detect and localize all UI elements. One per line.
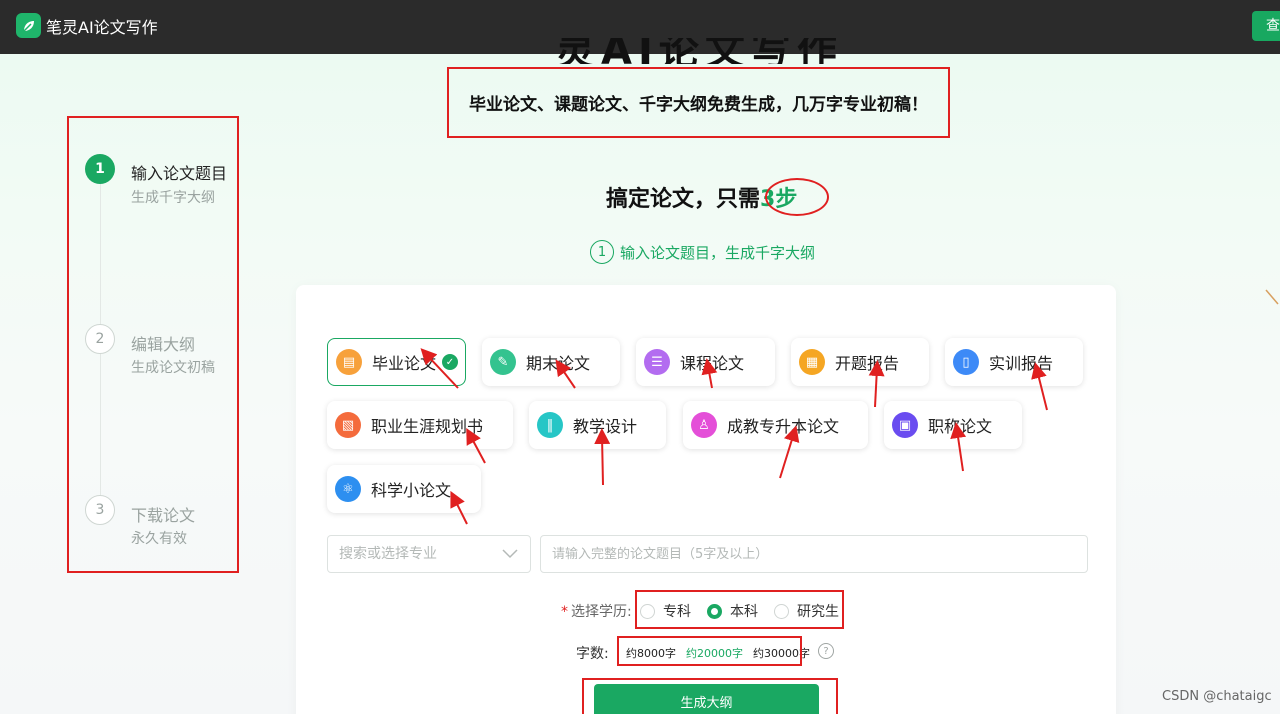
paper-type-science-paper[interactable]: ⚛ 科学小论文	[327, 465, 481, 513]
document-icon: ▯	[953, 349, 979, 375]
major-select-placeholder: 搜索或选择专业	[339, 546, 437, 562]
paper-type-course-paper[interactable]: ☰ 课程论文	[636, 338, 775, 386]
paper-type-training-report[interactable]: ▯ 实训报告	[945, 338, 1083, 386]
wordcount-label: 字数:	[576, 646, 609, 662]
paper-type-adult-edu-paper[interactable]: ♙ 成教专升本论文	[683, 401, 868, 449]
help-icon[interactable]: ?	[818, 643, 834, 659]
current-step-number: 1	[590, 240, 614, 264]
step-1-subtitle: 生成千字大纲	[131, 190, 215, 206]
pen-icon: ✎	[490, 349, 516, 375]
slogan-annotation-box: 毕业论文、课题论文、千字大纲免费生成，几万字专业初稿！	[447, 67, 950, 138]
paper-type-graduation-thesis[interactable]: ▤ 毕业论文 ✓	[327, 338, 466, 386]
step-1-title: 输入论文题目	[131, 164, 228, 183]
education-label: * 选择学历:	[561, 604, 632, 620]
list-icon: ☰	[644, 349, 670, 375]
headline-prefix: 搞定论文，只需	[606, 187, 761, 212]
current-step-text: 输入论文题目，生成千字大纲	[620, 243, 816, 262]
paper-type-label: 实训报告	[989, 354, 1054, 373]
report-icon: ▦	[799, 349, 825, 375]
topic-input[interactable]	[540, 535, 1088, 573]
plan-icon: ▧	[335, 412, 361, 438]
paper-type-label: 职称论文	[928, 417, 993, 436]
paper-type-label: 科学小论文	[371, 481, 452, 500]
teaching-icon: ‖	[537, 412, 563, 438]
step-3-number: 3	[85, 495, 115, 525]
wordcount-annotation-box	[617, 636, 802, 666]
major-select[interactable]: 搜索或选择专业	[327, 535, 531, 573]
paper-type-label: 开题报告	[835, 354, 900, 373]
step-1-number: 1	[85, 154, 115, 184]
hero-title: 灵AI论文写作	[555, 38, 843, 64]
chevron-down-icon	[502, 549, 518, 559]
generate-annotation-box	[582, 678, 838, 714]
step-3-title: 下载论文	[131, 506, 196, 525]
required-mark: *	[561, 604, 568, 620]
certificate-icon: ▣	[892, 412, 918, 438]
top-right-button[interactable]: 查	[1252, 11, 1280, 41]
paper-type-final-paper[interactable]: ✎ 期末论文	[482, 338, 620, 386]
graduate-icon: ♙	[691, 412, 717, 438]
highlight-annotation-oval	[765, 178, 829, 216]
paper-type-label: 期末论文	[526, 354, 591, 373]
current-step-indicator: 1 输入论文题目，生成千字大纲	[590, 240, 815, 264]
app-title[interactable]: 笔灵AI论文写作	[46, 14, 158, 38]
decorative-line-icon	[1265, 289, 1279, 305]
slogan: 毕业论文、课题论文、千字大纲免费生成，几万字专业初稿！	[469, 95, 928, 115]
education-annotation-box	[635, 590, 844, 629]
paper-type-label: 课程论文	[680, 354, 745, 373]
paper-type-title-paper[interactable]: ▣ 职称论文	[884, 401, 1022, 449]
step-3-subtitle: 永久有效	[131, 531, 187, 547]
step-2-title: 编辑大纲	[131, 335, 196, 354]
paper-type-label: 成教专升本论文	[727, 417, 840, 436]
paper-type-label: 毕业论文	[372, 354, 437, 373]
step-2-number: 2	[85, 324, 115, 354]
watermark: CSDN @chataigc	[1162, 689, 1272, 704]
paper-type-label: 职业生涯规划书	[371, 417, 484, 436]
leaf-logo-icon[interactable]	[16, 13, 41, 38]
paper-type-label: 教学设计	[573, 417, 638, 436]
paper-type-proposal-report[interactable]: ▦ 开题报告	[791, 338, 929, 386]
paper-type-teaching-design[interactable]: ‖ 教学设计	[529, 401, 666, 449]
step-2-subtitle: 生成论文初稿	[131, 360, 215, 376]
book-icon: ▤	[336, 349, 362, 375]
atom-icon: ⚛	[335, 476, 361, 502]
check-icon: ✓	[442, 354, 458, 370]
paper-type-career-plan[interactable]: ▧ 职业生涯规划书	[327, 401, 513, 449]
